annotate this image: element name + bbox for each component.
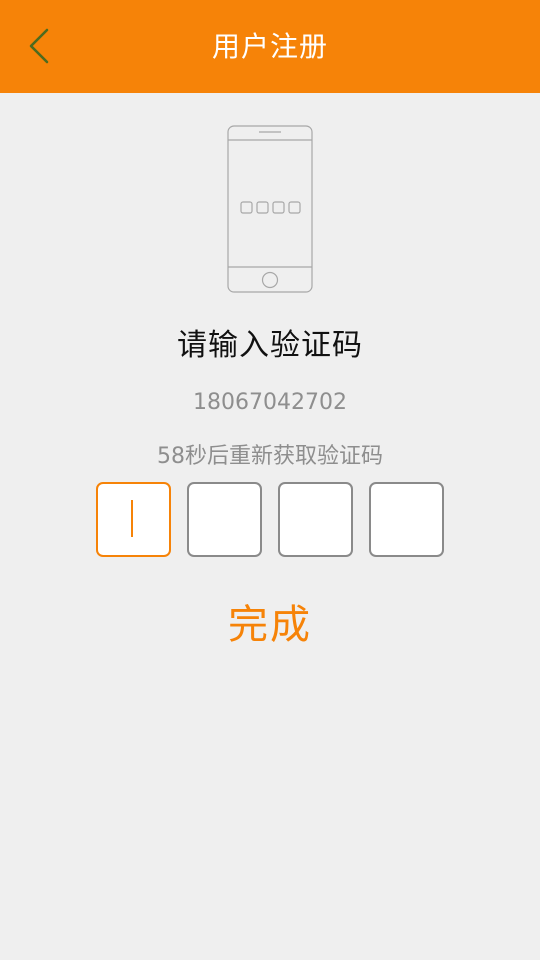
app-header: 用户注册 bbox=[0, 0, 540, 93]
code-input-1[interactable] bbox=[96, 482, 171, 557]
phone-number-label: 18067042702 bbox=[193, 390, 347, 415]
resend-countdown[interactable]: 58秒后重新获取验证码 bbox=[0, 438, 540, 470]
done-button[interactable]: 完成 bbox=[190, 592, 350, 658]
page-title: 用户注册 bbox=[211, 30, 328, 63]
verification-code-inputs bbox=[96, 482, 444, 557]
code-input-4[interactable] bbox=[369, 482, 444, 557]
text-caret bbox=[131, 500, 133, 537]
verify-heading: 请输入验证码 bbox=[177, 328, 363, 363]
code-input-3[interactable] bbox=[278, 482, 353, 557]
phone-code-illustration bbox=[227, 125, 313, 293]
code-input-2[interactable] bbox=[187, 482, 262, 557]
